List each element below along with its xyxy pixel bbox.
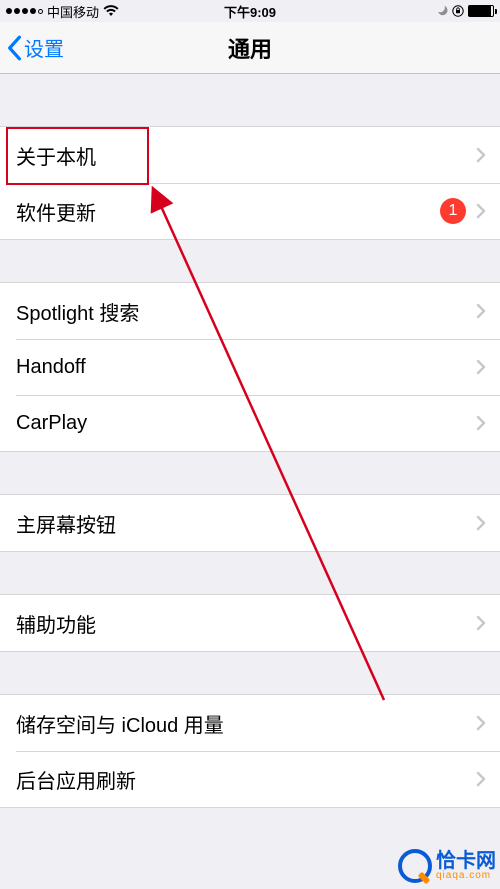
- chevron-right-icon: [476, 203, 486, 219]
- chevron-right-icon: [476, 515, 486, 531]
- row-label: 关于本机: [16, 141, 476, 170]
- row-storage-icloud[interactable]: 储存空间与 iCloud 用量: [0, 695, 500, 751]
- row-label: Spotlight 搜索: [16, 297, 476, 326]
- row-background-app-refresh[interactable]: 后台应用刷新: [0, 751, 500, 807]
- page-title: 通用: [0, 32, 500, 64]
- row-about[interactable]: 关于本机: [0, 127, 500, 183]
- chevron-left-icon: [6, 35, 22, 61]
- row-software-update[interactable]: 软件更新 1: [0, 183, 500, 239]
- status-left: 中国移动: [6, 2, 119, 21]
- chevron-right-icon: [476, 615, 486, 631]
- row-label: 软件更新: [16, 197, 440, 226]
- row-home-button[interactable]: 主屏幕按钮: [0, 495, 500, 551]
- battery-icon: [468, 5, 494, 17]
- nav-bar: 设置 通用: [0, 22, 500, 74]
- row-label: 储存空间与 iCloud 用量: [16, 709, 476, 738]
- settings-group: 主屏幕按钮: [0, 494, 500, 552]
- update-badge: 1: [440, 198, 466, 224]
- watermark-en: qiaqa.com: [436, 871, 496, 881]
- chevron-right-icon: [476, 771, 486, 787]
- row-accessibility[interactable]: 辅助功能: [0, 595, 500, 651]
- row-label: Handoff: [16, 356, 476, 379]
- chevron-right-icon: [476, 415, 486, 431]
- back-label: 设置: [24, 33, 64, 62]
- row-label: CarPlay: [16, 412, 476, 435]
- status-right: [436, 5, 494, 17]
- watermark: 恰卡网 qiaqa.com: [398, 849, 496, 883]
- watermark-logo-icon: [398, 849, 432, 883]
- chevron-right-icon: [476, 303, 486, 319]
- row-label: 后台应用刷新: [16, 765, 476, 794]
- wifi-icon: [103, 5, 119, 17]
- status-bar: 中国移动 下午9:09: [0, 0, 500, 22]
- row-spotlight[interactable]: Spotlight 搜索: [0, 283, 500, 339]
- orientation-lock-icon: [452, 5, 464, 17]
- chevron-right-icon: [476, 715, 486, 731]
- row-handoff[interactable]: Handoff: [0, 339, 500, 395]
- watermark-cn: 恰卡网: [436, 851, 496, 871]
- row-label: 辅助功能: [16, 609, 476, 638]
- signal-strength-icon: [6, 8, 43, 14]
- settings-group: 储存空间与 iCloud 用量 后台应用刷新: [0, 694, 500, 808]
- chevron-right-icon: [476, 147, 486, 163]
- row-label: 主屏幕按钮: [16, 509, 476, 538]
- settings-group: 关于本机 软件更新 1: [0, 126, 500, 240]
- settings-group: Spotlight 搜索 Handoff CarPlay: [0, 282, 500, 452]
- do-not-disturb-icon: [436, 5, 448, 17]
- row-carplay[interactable]: CarPlay: [0, 395, 500, 451]
- carrier-label: 中国移动: [47, 2, 99, 21]
- back-button[interactable]: 设置: [0, 33, 64, 62]
- chevron-right-icon: [476, 359, 486, 375]
- settings-group: 辅助功能: [0, 594, 500, 652]
